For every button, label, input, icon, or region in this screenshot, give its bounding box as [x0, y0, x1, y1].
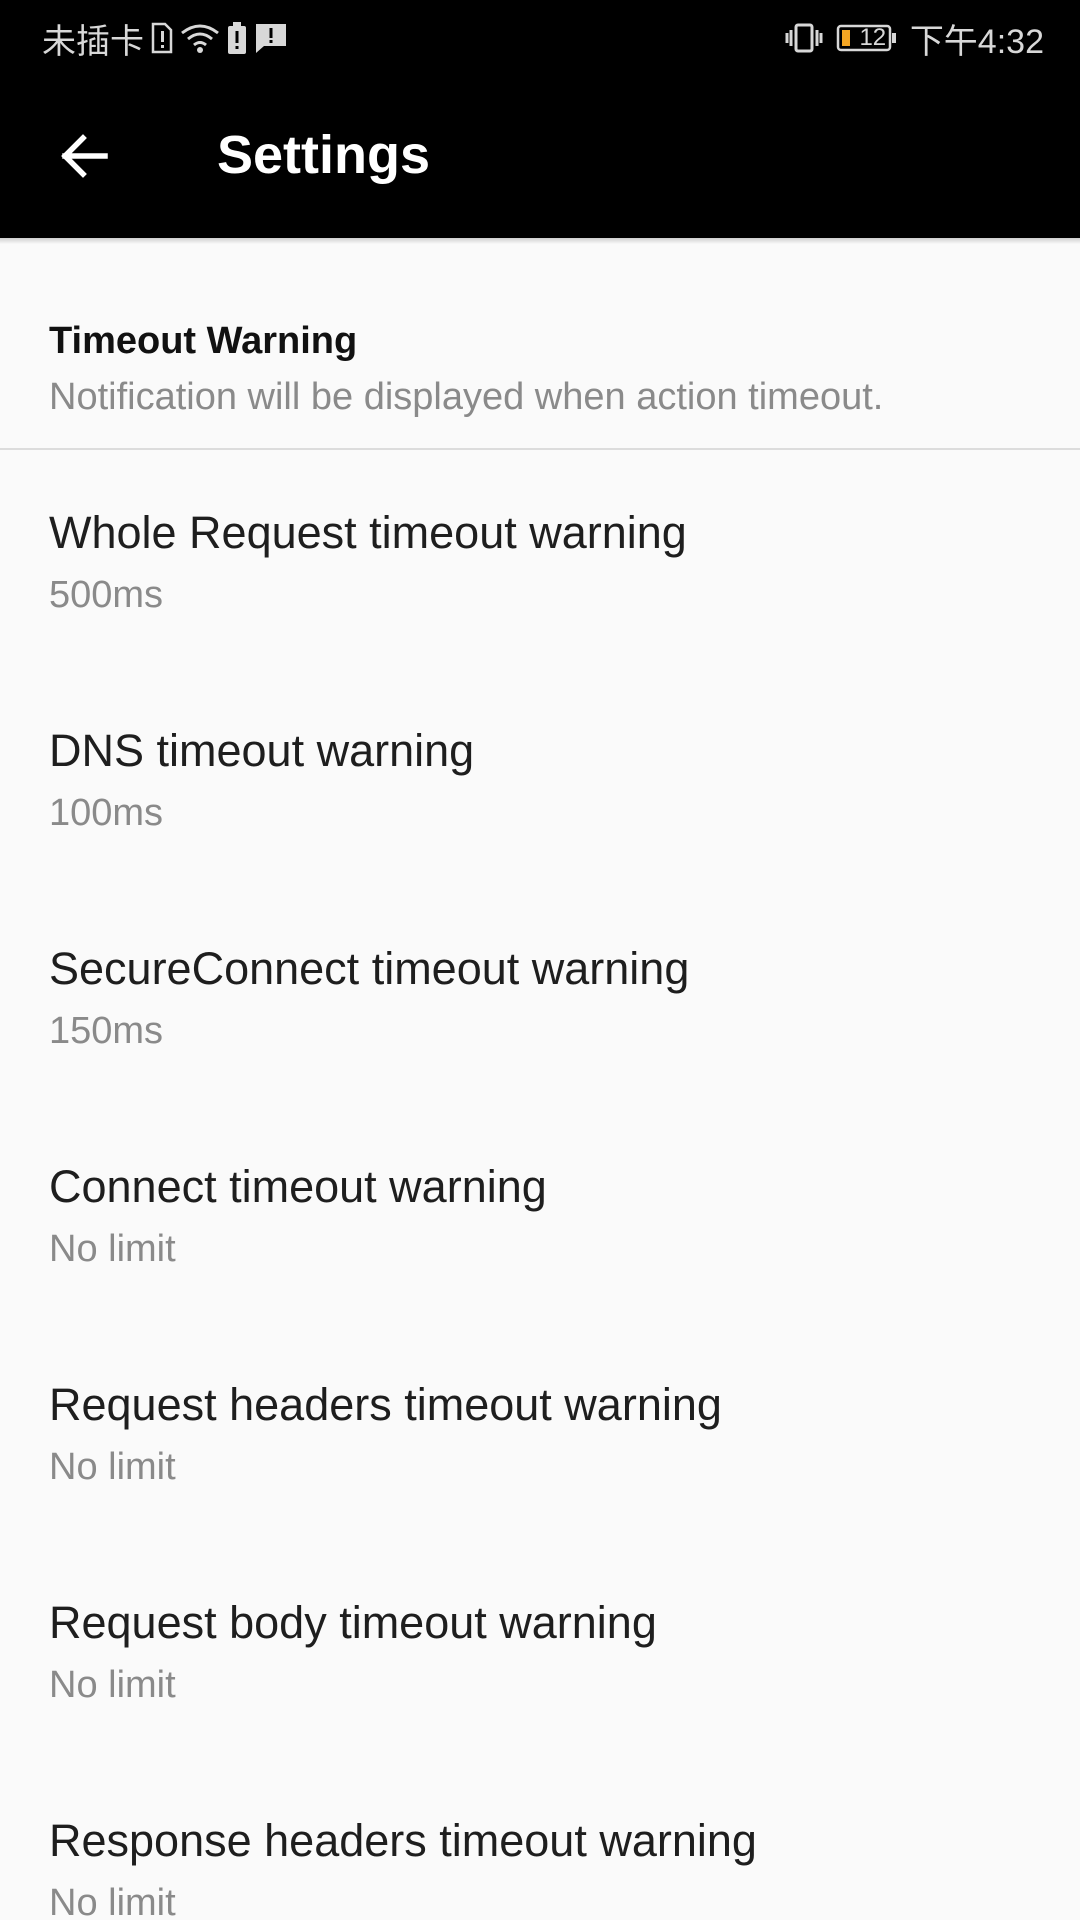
battery-saver-icon — [226, 21, 248, 55]
wifi-icon — [180, 22, 220, 54]
setting-title: Response headers timeout warning — [49, 1815, 757, 1866]
setting-request-body-timeout[interactable]: Request body timeout warning No limit — [0, 1540, 1080, 1758]
setting-value: 150ms — [49, 1010, 164, 1052]
back-button[interactable] — [46, 120, 122, 196]
setting-value: No limit — [49, 1446, 176, 1488]
setting-value: No limit — [49, 1664, 176, 1706]
arrow-left-icon — [59, 133, 109, 183]
notification-icon — [254, 22, 288, 54]
setting-value: No limit — [49, 1882, 176, 1920]
setting-request-headers-timeout[interactable]: Request headers timeout warning No limit — [0, 1322, 1080, 1540]
timeout-warning-header: Timeout Warning Notification will be dis… — [0, 244, 1080, 450]
battery-icon: 12 — [836, 22, 898, 54]
sim-missing-icon — [150, 22, 174, 54]
setting-whole-request-timeout[interactable]: Whole Request timeout warning 500ms — [0, 450, 1080, 668]
app-toolbar: Settings — [0, 76, 1080, 238]
setting-title: DNS timeout warning — [49, 725, 475, 776]
vibrate-icon — [784, 22, 824, 54]
setting-secureconnect-timeout[interactable]: SecureConnect timeout warning 150ms — [0, 886, 1080, 1104]
settings-list: Whole Request timeout warning 500ms DNS … — [0, 450, 1080, 1920]
page-title: Settings — [217, 125, 431, 185]
carrier-label: 未插卡 — [42, 22, 144, 61]
settings-screen: 未插卡 12 下午4:32 Settings Timeout Warning N… — [0, 0, 1080, 1920]
setting-value: No limit — [49, 1228, 176, 1270]
clock: 下午4:32 — [909, 22, 1044, 61]
section-subtitle: Notification will be displayed when acti… — [49, 376, 884, 418]
setting-value: 100ms — [49, 792, 164, 834]
setting-title: Whole Request timeout warning — [49, 507, 687, 558]
setting-connect-timeout[interactable]: Connect timeout warning No limit — [0, 1104, 1080, 1322]
section-title: Timeout Warning — [49, 320, 358, 362]
setting-title: Connect timeout warning — [49, 1161, 547, 1212]
setting-dns-timeout[interactable]: DNS timeout warning 100ms — [0, 668, 1080, 886]
battery-fill — [841, 30, 850, 46]
status-bar: 未插卡 12 下午4:32 — [0, 0, 1080, 76]
status-right: 12 下午4:32 — [784, 14, 1044, 62]
setting-value: 500ms — [49, 574, 164, 616]
setting-title: Request headers timeout warning — [49, 1379, 722, 1430]
status-left: 未插卡 — [42, 14, 288, 62]
battery-level: 12 — [859, 24, 887, 51]
setting-title: SecureConnect timeout warning — [49, 943, 690, 994]
setting-response-headers-timeout[interactable]: Response headers timeout warning No limi… — [0, 1758, 1080, 1920]
setting-title: Request body timeout warning — [49, 1597, 657, 1648]
